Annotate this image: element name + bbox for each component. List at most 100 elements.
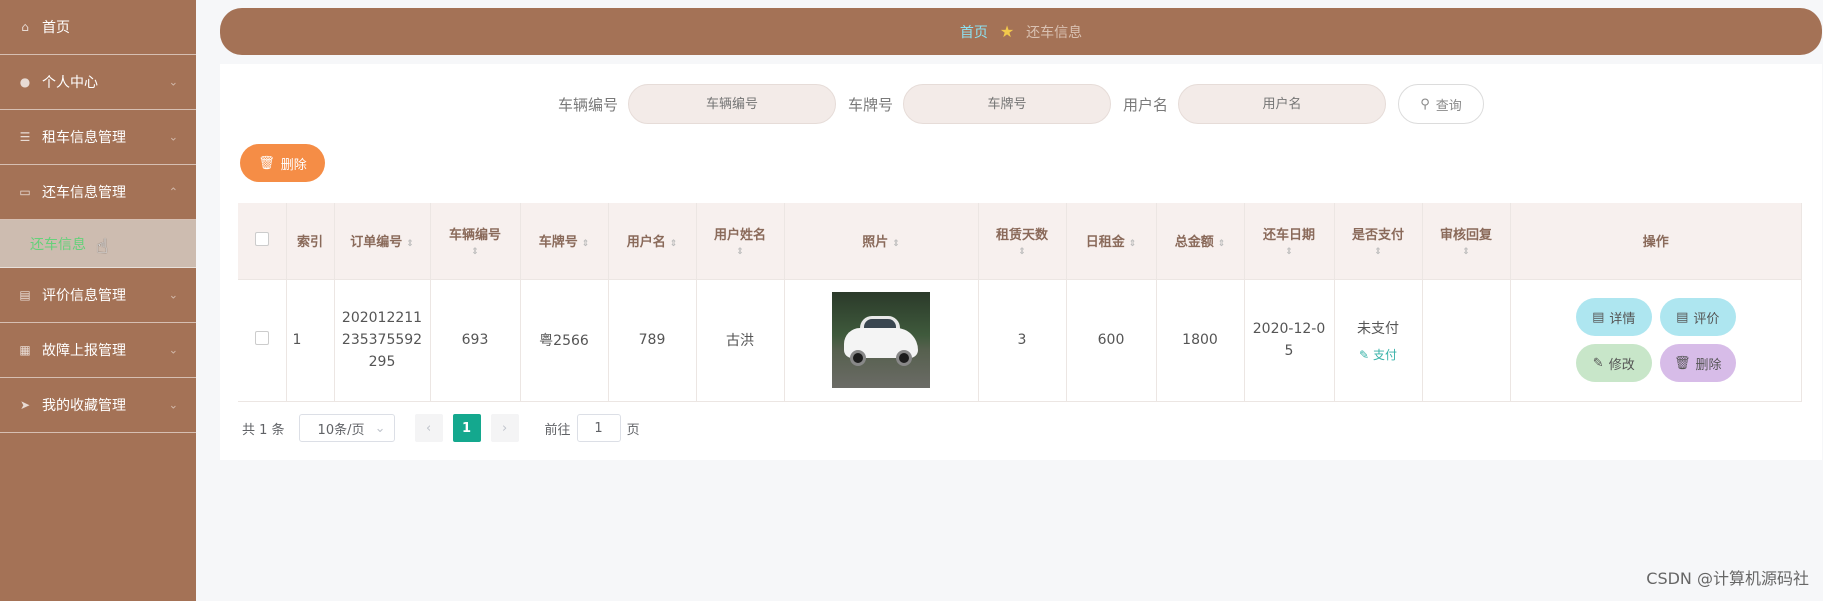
sidebar-item-home[interactable]: ⌂ 首页 [0, 0, 196, 55]
sidebar-item-favorites[interactable]: ➤ 我的收藏管理 ⌄ [0, 378, 196, 433]
header-vehicle-no[interactable]: 车辆编号 ⇕ [430, 203, 521, 280]
chevron-up-icon: ⌃ [168, 185, 178, 199]
header-label: 用户姓名 [713, 228, 766, 244]
user-icon: ● [19, 75, 31, 89]
sidebar-subitem-label: 还车信息 [30, 236, 86, 253]
total-count: 共 1 条 [242, 422, 285, 438]
plate-input[interactable] [903, 84, 1111, 124]
sidebar-item-personal-center[interactable]: ● 个人中心 ⌄ [0, 55, 196, 110]
cell-photo [784, 279, 979, 402]
next-page-button[interactable]: › [490, 414, 519, 442]
header-review-reply[interactable]: 审核回复 ⇕ [1422, 203, 1511, 280]
sort-icon[interactable]: ⇕ [701, 247, 780, 257]
sidebar-item-return-info[interactable]: ▭ 还车信息管理 ⌃ [0, 165, 196, 220]
header-total[interactable]: 总金额 ⇕ [1156, 203, 1245, 280]
sidebar-item-label: 还车信息管理 [42, 185, 126, 201]
detail-button-label: 详情 [1609, 311, 1636, 327]
search-button[interactable]: ⚲ 查询 [1398, 84, 1485, 124]
document-icon: ▤ [1592, 309, 1605, 325]
sliders-icon: ☰ [19, 130, 31, 144]
page-size-select[interactable]: 10条/页 ⌄ [298, 414, 395, 442]
home-icon: ⌂ [21, 20, 29, 34]
header-daily-rent[interactable]: 日租金 ⇕ [1066, 203, 1157, 280]
hand-cursor-icon: ☝ [96, 234, 109, 258]
sidebar-item-label: 首页 [42, 20, 70, 36]
header-paid[interactable]: 是否支付 ⇕ [1334, 203, 1423, 280]
car-wheel [896, 350, 912, 366]
header-label: 操作 [1642, 235, 1669, 251]
header-select-all[interactable] [238, 203, 287, 280]
goto-page-input[interactable]: 1 [576, 414, 621, 442]
row-select-cell[interactable] [238, 279, 287, 402]
edit-button[interactable]: ✎ 修改 [1575, 344, 1652, 382]
header-photo[interactable]: 照片 ⇕ [784, 203, 979, 280]
batch-delete-label: 删除 [280, 157, 307, 173]
cell-vehicle-no: 693 [430, 279, 521, 402]
sort-icon[interactable]: ⇕ [1249, 247, 1330, 257]
cell-plate: 粤2566 [520, 279, 609, 402]
sidebar-item-label: 故障上报管理 [42, 343, 126, 359]
trash-icon: 🗑 [1673, 355, 1691, 371]
delete-button[interactable]: 🗑 删除 [1659, 344, 1736, 382]
username-input[interactable] [1178, 84, 1387, 124]
chevron-down-icon: ⌄ [168, 398, 178, 412]
sort-icon[interactable]: ⇕ [983, 247, 1062, 257]
sidebar-subitem-return-info[interactable]: 还车信息 ☝ [0, 220, 196, 268]
detail-button[interactable]: ▤ 详情 [1575, 298, 1652, 336]
row-checkbox[interactable] [254, 331, 269, 345]
sort-icon[interactable]: ⇕ [582, 239, 590, 249]
rate-button-label: 评价 [1693, 311, 1720, 327]
grid-icon: ▦ [19, 343, 31, 357]
sort-icon[interactable]: ⇕ [435, 247, 516, 257]
sidebar-item-label: 个人中心 [42, 75, 98, 91]
header-days[interactable]: 租赁天数 ⇕ [978, 203, 1067, 280]
sort-icon[interactable]: ⇕ [1339, 247, 1418, 257]
sidebar: ⌂ 首页 ● 个人中心 ⌄ ☰ 租车信息管理 ⌄ ▭ 还车信息管理 ⌃ 还车信息… [0, 0, 196, 601]
table-header-row: 索引 订单编号 ⇕ 车辆编号 ⇕ 车牌号 ⇕ 用户名 ⇕ 用户姓名 ⇕ 照片 ⇕ 租赁天数 ⇕… [238, 203, 1802, 280]
search-button-label: 查询 [1435, 98, 1462, 114]
edit-button-label: 修改 [1608, 357, 1635, 373]
sidebar-item-fault-report[interactable]: ▦ 故障上报管理 ⌄ [0, 323, 196, 378]
sort-icon[interactable]: ⇕ [1218, 239, 1226, 249]
sort-icon[interactable]: ⇕ [670, 239, 678, 249]
rate-button[interactable]: ▤ 评价 [1659, 298, 1736, 336]
vehicle-no-label: 车辆编号 [557, 95, 618, 114]
batch-delete-button[interactable]: 🗑 删除 [240, 144, 325, 182]
header-label: 车牌号 [538, 235, 578, 251]
header-actions: 操作 [1510, 203, 1802, 280]
goto-prefix: 前往 [544, 422, 571, 438]
search-icon: ⚲ [1420, 96, 1430, 112]
vehicle-no-input[interactable] [627, 84, 836, 124]
chevron-down-icon: ⌄ [168, 75, 178, 89]
page-number-current[interactable]: 1 [452, 414, 481, 442]
header-real-name[interactable]: 用户姓名 ⇕ [696, 203, 785, 280]
sort-icon[interactable]: ⇕ [892, 239, 900, 249]
cell-review-reply [1422, 279, 1511, 402]
car-photo[interactable] [832, 292, 930, 388]
header-order-no[interactable]: 订单编号 ⇕ [334, 203, 431, 280]
sort-icon[interactable]: ⇕ [1129, 239, 1137, 249]
chevron-left-icon: ‹ [425, 420, 432, 436]
breadcrumb-home[interactable]: 首页 [960, 22, 988, 42]
main-panel: 车辆编号 车牌号 用户名 ⚲ 查询 🗑 删除 索引 订单编号⇕ 车辆编号⇕ 车牌… [220, 64, 1822, 460]
sidebar-item-rental-info[interactable]: ☰ 租车信息管理 ⌄ [0, 110, 196, 165]
header-plate[interactable]: 车牌号 ⇕ [520, 203, 609, 280]
page-size-value: 10条/页 [317, 422, 365, 438]
header-return-date[interactable]: 还车日期 ⇕ [1244, 203, 1335, 280]
sidebar-item-review-info[interactable]: ▤ 评价信息管理 ⌄ [0, 268, 196, 323]
sort-icon[interactable]: ⇕ [406, 239, 414, 249]
table-row: 1 202012211235375592295 693 粤2566 789 古洪… [238, 279, 1802, 402]
edit-icon: ✎ [1359, 347, 1370, 362]
chevron-down-icon: ⌄ [168, 130, 178, 144]
breadcrumb: 首页 ★ 还车信息 [220, 8, 1822, 55]
header-username[interactable]: 用户名 ⇕ [608, 203, 697, 280]
cell-username: 789 [608, 279, 697, 402]
header-index: 索引 [286, 203, 335, 280]
prev-page-button[interactable]: ‹ [414, 414, 443, 442]
pagination: 共 1 条 10条/页 ⌄ ‹ 1 › 前往 1 页 [242, 414, 640, 442]
sort-icon[interactable]: ⇕ [1427, 247, 1506, 257]
video-icon: ▭ [19, 185, 31, 199]
pay-link[interactable]: ✎ 支付 [1341, 346, 1416, 363]
select-all-checkbox[interactable] [254, 231, 269, 246]
cell-index: 1 [286, 279, 335, 402]
